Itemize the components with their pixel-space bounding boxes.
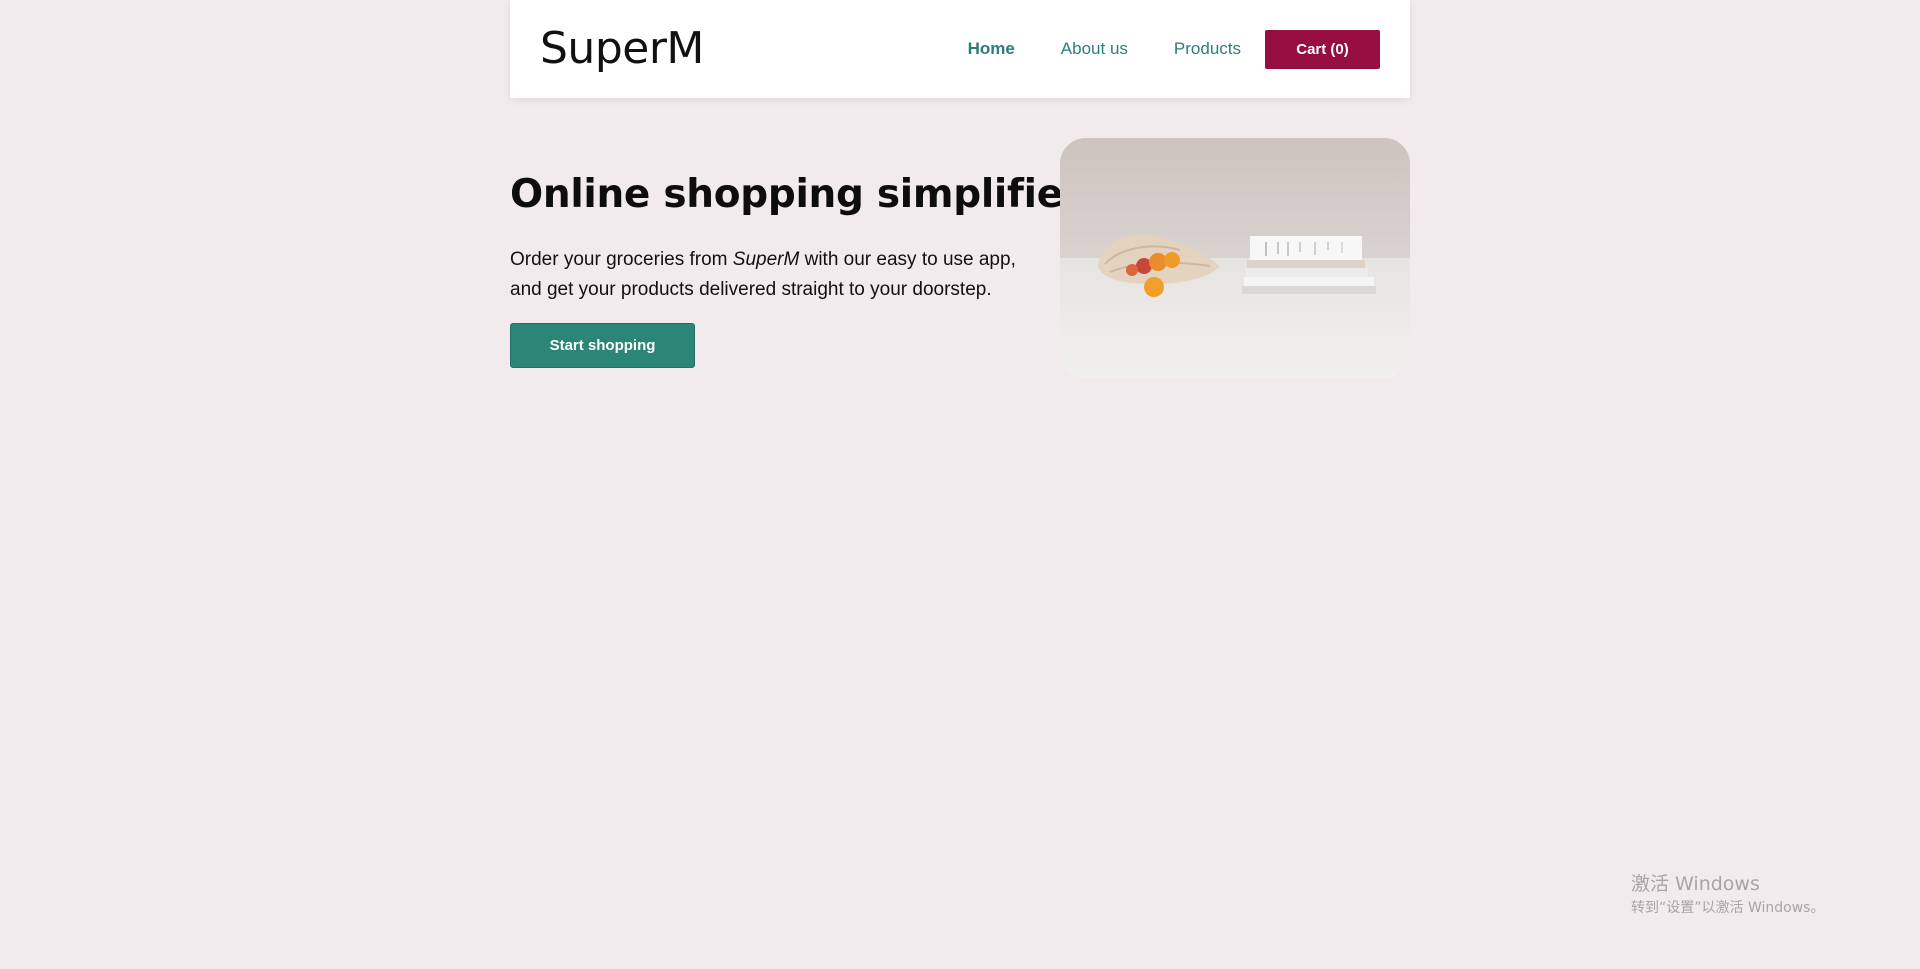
nav-link-home[interactable]: Home: [968, 39, 1015, 59]
brand-logo[interactable]: SuperM: [540, 27, 704, 71]
nav-link-products[interactable]: Products: [1174, 39, 1241, 59]
nav-link-about-us[interactable]: About us: [1061, 39, 1128, 59]
hero-text-before: Order your groceries from: [510, 249, 733, 270]
watermark-title: 激活 Windows: [1631, 873, 1760, 895]
page: SuperM Home About us Products Cart (0) O…: [0, 0, 1920, 969]
windows-activation-watermark: 激活 Windows 转到“设置”以激活 Windows。: [1631, 872, 1824, 918]
hero-title: Online shopping simplified: [510, 172, 1091, 217]
hero-description: Order your groceries from SuperM with ou…: [510, 245, 1050, 305]
hero-text-brand: SuperM: [732, 249, 800, 270]
main-nav: Home About us Products Cart (0): [968, 0, 1380, 98]
hero-image: [1060, 138, 1410, 378]
watermark-subtitle: 转到“设置”以激活 Windows。: [1631, 900, 1825, 916]
cart-button[interactable]: Cart (0): [1265, 29, 1380, 69]
navbar: SuperM Home About us Products Cart (0): [510, 0, 1410, 98]
start-shopping-button[interactable]: Start shopping: [510, 323, 695, 368]
groceries-photo-icon: [1060, 138, 1410, 378]
